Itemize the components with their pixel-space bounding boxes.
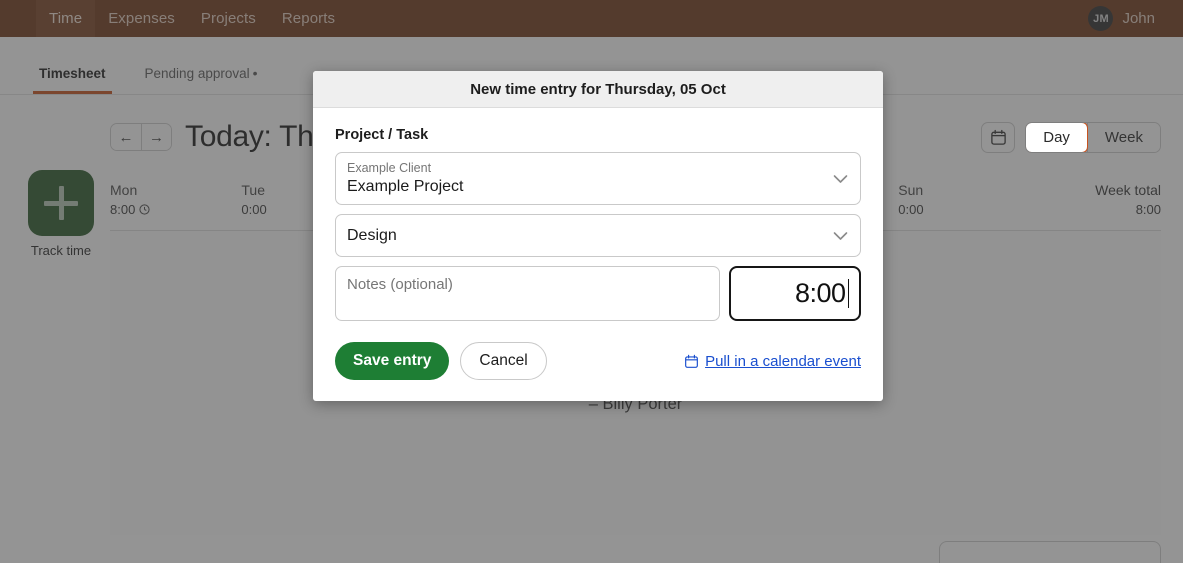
notes-time-row: Notes (optional) 8:00 [335,266,861,321]
task-select[interactable]: Design [335,214,861,257]
cancel-button[interactable]: Cancel [460,342,547,380]
app-root: Time Expenses Projects Reports JM John T… [0,0,1183,563]
task-select-value: Design [347,227,397,244]
chevron-down-icon [833,231,848,240]
project-select-client: Example Client [347,161,432,175]
dialog-actions: Save entry Cancel Pull in a calendar eve… [335,342,861,380]
project-select-project: Example Project [347,178,464,195]
save-entry-button[interactable]: Save entry [335,342,450,380]
project-select[interactable]: Example Client Example Project [335,152,861,205]
view-toggle-day[interactable]: Day [1026,122,1088,152]
duration-value: 8:00 [794,278,846,308]
dialog-body: Project / Task Example Client Example Pr… [313,108,883,401]
duration-input[interactable]: 8:00 [729,266,861,321]
pull-calendar-event-label: Pull in a calendar event [705,352,861,370]
notes-placeholder: Notes (optional) [347,276,453,293]
chevron-down-icon [833,174,848,183]
notes-input[interactable]: Notes (optional) [335,266,720,321]
pull-calendar-event-link[interactable]: Pull in a calendar event [684,353,861,370]
dialog-title: New time entry for Thursday, 05 Oct [313,71,883,108]
calendar-icon [685,354,698,368]
project-task-label: Project / Task [335,127,429,143]
new-time-entry-dialog: New time entry for Thursday, 05 Oct Proj… [313,71,883,401]
text-caret [847,279,849,308]
